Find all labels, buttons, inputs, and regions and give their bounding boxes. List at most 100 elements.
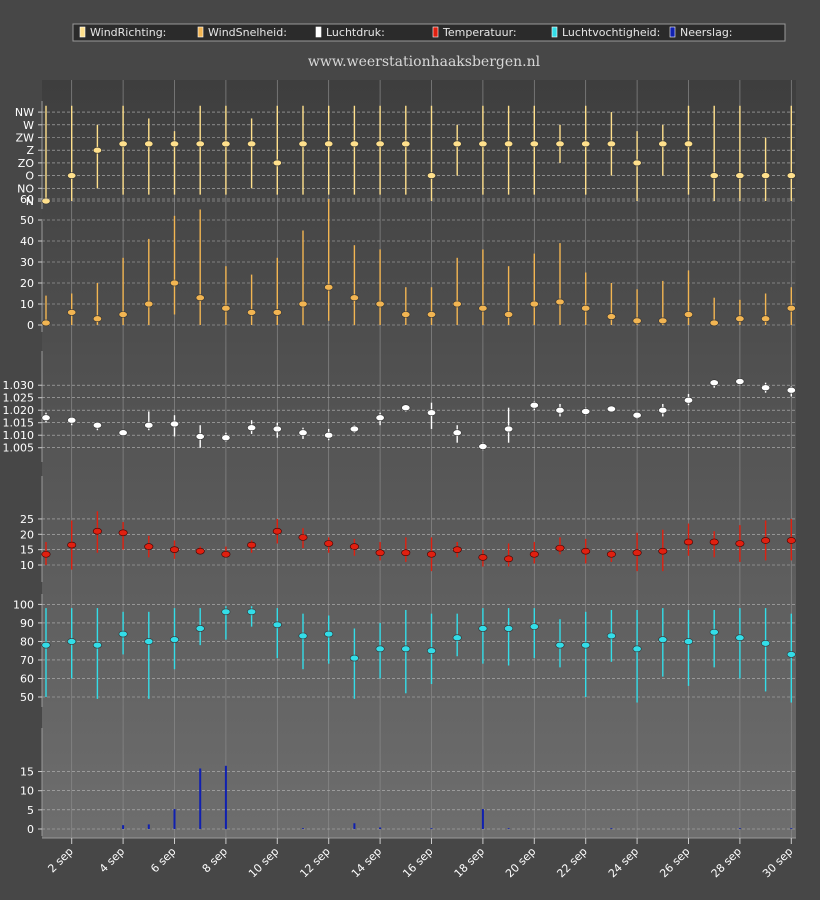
data-point — [555, 406, 565, 414]
data-point — [272, 621, 282, 629]
data-point — [401, 140, 411, 148]
legend-swatch — [551, 26, 558, 38]
y-tick-label: 60 — [20, 193, 34, 206]
y-tick-label: Z — [26, 144, 34, 157]
data-point — [452, 140, 462, 148]
precipitation-bar — [738, 828, 741, 830]
data-point — [658, 317, 668, 325]
y-tick-label: 5 — [27, 804, 34, 817]
data-point — [221, 304, 231, 312]
data-point — [555, 544, 565, 552]
data-point — [761, 639, 771, 647]
data-point — [41, 550, 51, 558]
data-point — [632, 159, 642, 167]
y-tick-label: 1.010 — [3, 429, 35, 442]
legend-entry: WindSnelheid: — [208, 26, 287, 39]
legend-entry: Neerslag: — [680, 26, 733, 39]
y-tick-label: 1.020 — [3, 404, 35, 417]
legend-entry: WindRichting: — [90, 26, 166, 39]
data-point — [170, 140, 180, 148]
data-point — [349, 425, 359, 433]
data-point — [786, 537, 796, 544]
data-point — [478, 304, 488, 312]
legend: WindRichting: WindSnelheid: Luchtdruk: Temp… — [72, 23, 786, 42]
data-point — [786, 386, 796, 394]
y-tick-label: 20 — [20, 277, 34, 290]
data-point — [581, 408, 591, 415]
data-point — [375, 414, 385, 422]
y-tick-label: 40 — [20, 235, 34, 248]
data-point — [247, 309, 257, 316]
data-point — [298, 534, 308, 541]
y-tick-label: 60 — [20, 672, 34, 685]
data-point — [658, 406, 668, 414]
data-point — [247, 424, 257, 432]
data-point — [735, 540, 745, 547]
data-point — [144, 543, 154, 550]
data-point — [529, 401, 539, 409]
y-tick-label: W — [23, 119, 34, 132]
data-point — [529, 140, 539, 148]
data-point — [324, 431, 334, 439]
data-point — [709, 379, 719, 387]
data-point — [581, 304, 591, 312]
data-point — [478, 140, 488, 148]
data-point — [632, 549, 642, 557]
legend-entry: Temperatuur: — [442, 26, 517, 39]
data-point — [247, 608, 257, 616]
data-point — [118, 529, 128, 537]
y-tick-label: 70 — [20, 654, 34, 667]
data-point — [195, 625, 205, 632]
data-point — [170, 279, 180, 287]
data-point — [41, 414, 51, 422]
data-point — [606, 550, 616, 558]
plot-background — [42, 80, 796, 838]
y-tick-label: 10 — [20, 298, 34, 311]
data-point — [41, 641, 51, 649]
weather-chart: WindRichting: WindSnelheid: Luchtdruk: Temp… — [0, 0, 820, 900]
data-point — [41, 319, 51, 327]
data-point — [555, 641, 565, 649]
data-point — [195, 547, 205, 555]
data-point — [195, 433, 205, 440]
precipitation-bar — [430, 828, 433, 830]
data-point — [349, 654, 359, 662]
data-point — [709, 172, 719, 179]
data-point — [118, 140, 128, 148]
y-tick-label: 0 — [27, 823, 34, 836]
data-point — [478, 625, 488, 632]
y-tick-label: ZO — [18, 157, 35, 170]
y-tick-label: 50 — [20, 214, 34, 227]
data-point — [349, 294, 359, 302]
data-point — [529, 300, 539, 308]
data-point — [144, 140, 154, 148]
data-point — [324, 630, 334, 638]
data-point — [683, 538, 693, 546]
data-point — [709, 319, 719, 327]
data-point — [426, 409, 436, 417]
data-point — [170, 420, 180, 428]
data-point — [786, 172, 796, 179]
data-point — [349, 140, 359, 148]
data-point — [298, 300, 308, 308]
data-point — [632, 645, 642, 653]
data-point — [401, 645, 411, 653]
y-tick-label: 10 — [20, 559, 34, 572]
data-point — [92, 641, 102, 649]
data-point — [221, 434, 231, 442]
data-point — [144, 300, 154, 308]
data-point — [375, 549, 385, 557]
data-point — [452, 546, 462, 553]
data-point — [606, 140, 616, 148]
data-point — [67, 638, 77, 645]
y-tick-label: 15 — [20, 544, 34, 557]
data-point — [272, 527, 282, 535]
data-point — [298, 429, 308, 437]
data-point — [658, 636, 668, 643]
precipitation-bar — [481, 809, 484, 829]
y-tick-label: 80 — [20, 635, 34, 648]
data-point — [247, 140, 257, 148]
data-point — [761, 315, 771, 323]
data-point — [401, 549, 411, 557]
data-point — [170, 636, 180, 643]
